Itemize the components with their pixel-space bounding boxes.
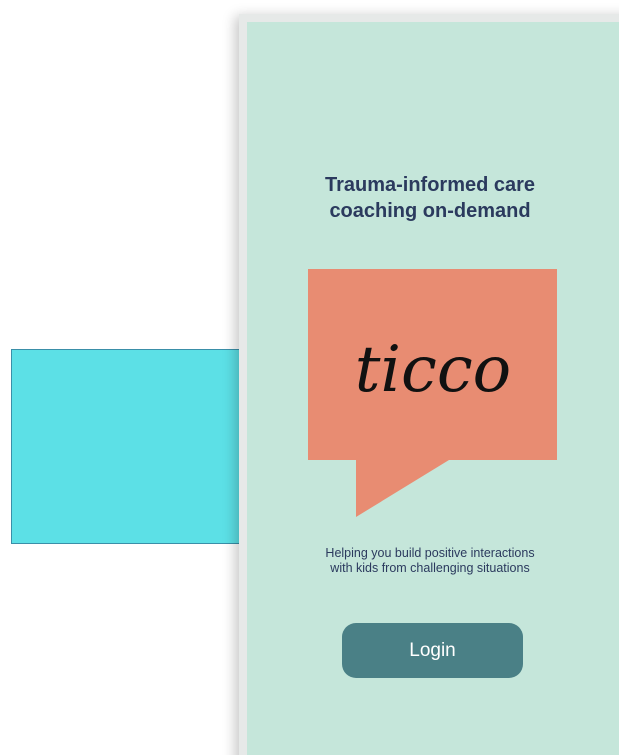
cyan-rectangle [11, 349, 251, 544]
login-screen: Trauma-informed care coaching on-demand … [247, 22, 619, 755]
ticco-logo: ticco [308, 269, 557, 517]
tagline: Helping you build positive interactions … [325, 546, 535, 575]
canvas: Trauma-informed care coaching on-demand … [0, 0, 619, 755]
page-title: Trauma-informed care coaching on-demand [324, 174, 536, 222]
logo-wordmark: ticco [355, 333, 511, 407]
login-button[interactable]: Login [342, 623, 523, 678]
